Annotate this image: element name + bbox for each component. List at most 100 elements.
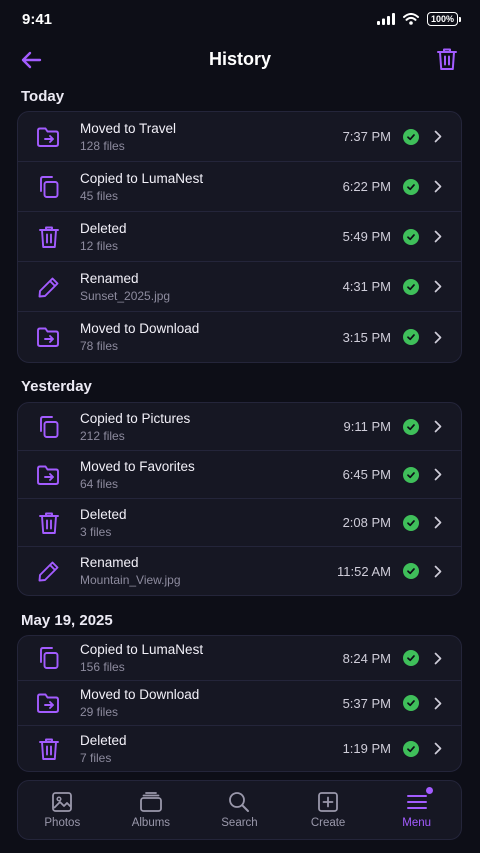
history-row[interactable]: Copied to LumaNest 45 files 6:22 PM <box>18 162 461 212</box>
chevron-wrap <box>431 280 445 293</box>
history-row[interactable]: Deleted 12 files 5:49 PM <box>18 212 461 262</box>
history-row[interactable]: Moved to Travel 128 files 7:37 PM <box>18 112 461 162</box>
row-time: 2:08 PM <box>342 515 391 530</box>
status-time: 9:41 <box>22 10 53 28</box>
tab-create[interactable]: Create <box>288 791 368 829</box>
row-title: Moved to Favorites <box>80 458 195 474</box>
history-row[interactable]: Renamed Mountain_View.jpg 11:52 AM <box>18 547 461 595</box>
chevron-right-icon <box>434 420 442 433</box>
history-row[interactable]: Copied to LumaNest 156 files 8:24 PM <box>18 636 461 681</box>
check-icon <box>407 233 415 240</box>
header: History <box>0 40 480 78</box>
chevron-wrap <box>431 331 445 344</box>
row-text: Deleted 7 files <box>80 732 343 766</box>
check-icon <box>407 283 415 290</box>
trash-icon <box>437 48 457 70</box>
row-text: Renamed Mountain_View.jpg <box>80 554 337 588</box>
row-subtitle: Mountain_View.jpg <box>80 573 181 587</box>
success-badge <box>403 278 419 295</box>
row-subtitle: 64 files <box>80 476 119 491</box>
success-badge <box>403 329 419 345</box>
success-badge <box>403 563 419 579</box>
photos-icon <box>52 792 73 812</box>
success-badge <box>403 740 419 757</box>
row-time: 6:22 PM <box>342 179 391 194</box>
chevron-right-icon <box>434 742 442 755</box>
chevron-right-icon <box>434 230 442 243</box>
row-time: 5:49 PM <box>342 229 391 244</box>
page-title: History <box>208 48 271 69</box>
chevron-wrap <box>431 468 445 481</box>
tab-albums[interactable]: Albums <box>111 791 191 829</box>
row-text: Moved to Favorites 64 files <box>80 458 343 492</box>
copy-icon <box>18 645 80 671</box>
row-title: Copied to LumaNest <box>80 170 204 186</box>
pencil-icon <box>18 558 80 584</box>
check-icon <box>407 133 415 140</box>
folder-move-icon <box>18 691 80 715</box>
row-title: Deleted <box>80 220 127 236</box>
check-icon <box>407 745 415 752</box>
history-card-date: Copied to LumaNest 156 files 8:24 PM Moved … <box>17 635 462 772</box>
chevron-right-icon <box>434 565 442 577</box>
success-badge <box>403 128 419 145</box>
chevron-right-icon <box>434 652 442 664</box>
tab-menu[interactable]: Menu <box>377 787 457 829</box>
clear-history-button[interactable] <box>434 45 460 73</box>
history-row[interactable]: Moved to Download 29 files 5:37 PM <box>18 681 461 726</box>
history-row[interactable]: Deleted 7 files 1:19 PM <box>18 726 461 771</box>
success-badge <box>403 178 419 195</box>
menu-icon <box>406 795 427 809</box>
row-time: 5:37 PM <box>342 695 391 711</box>
row-title: Renamed <box>80 270 139 286</box>
history-card-today: Moved to Travel 128 files 7:37 PM Copied to… <box>17 111 462 363</box>
row-subtitle: 128 files <box>80 138 125 153</box>
history-row[interactable]: Copied to Pictures 212 files 9:11 PM <box>18 403 461 451</box>
row-subtitle: 212 files <box>80 428 125 443</box>
success-badge <box>403 466 419 483</box>
back-button[interactable] <box>18 47 44 73</box>
chevron-right-icon <box>434 130 442 143</box>
section-title-date: May 19, 2025 <box>21 612 113 629</box>
tab-photos[interactable]: Photos <box>22 791 102 829</box>
folder-move-icon <box>18 325 80 349</box>
check-icon <box>407 471 415 478</box>
row-time: 7:37 PM <box>342 129 391 144</box>
row-text: Moved to Download 29 files <box>80 686 343 720</box>
row-text: Deleted 12 files <box>80 220 343 254</box>
row-text: Copied to LumaNest 156 files <box>80 641 343 675</box>
row-time: 11:52 AM <box>337 563 391 579</box>
success-badge <box>403 695 419 711</box>
row-subtitle: 3 files <box>80 524 112 539</box>
chevron-wrap <box>431 420 445 433</box>
row-subtitle: 12 files <box>80 238 119 253</box>
row-time: 4:31 PM <box>342 279 391 294</box>
tab-label: Search <box>221 817 258 829</box>
chevron-wrap <box>431 230 445 243</box>
chevron-right-icon <box>434 180 442 193</box>
history-row[interactable]: Deleted 3 files 2:08 PM <box>18 499 461 547</box>
chevron-wrap <box>431 742 445 755</box>
history-row[interactable]: Renamed Sunset_2025.jpg 4:31 PM <box>18 262 461 312</box>
row-subtitle: 45 files <box>80 188 119 203</box>
tab-label: Menu <box>402 817 432 829</box>
folder-move-icon <box>18 125 80 149</box>
row-text: Moved to Download 78 files <box>80 320 343 354</box>
chevron-right-icon <box>434 280 442 293</box>
row-title: Deleted <box>80 732 127 748</box>
chevron-wrap <box>431 130 445 143</box>
row-title: Copied to LumaNest <box>80 642 204 657</box>
row-time: 3:15 PM <box>342 329 391 345</box>
chevron-right-icon <box>434 331 442 343</box>
trash-icon <box>18 510 80 536</box>
history-row[interactable]: Moved to Download 78 files 3:15 PM <box>18 312 461 362</box>
check-icon <box>407 334 415 341</box>
row-text: Copied to LumaNest 45 files <box>80 170 343 204</box>
check-icon <box>407 568 415 575</box>
check-icon <box>407 700 415 707</box>
trash-icon <box>18 736 80 762</box>
history-row[interactable]: Moved to Favorites 64 files 6:45 PM <box>18 451 461 499</box>
tab-label: Create <box>310 817 346 829</box>
tab-search[interactable]: Search <box>199 791 279 829</box>
row-text: Moved to Travel 128 files <box>80 120 343 154</box>
